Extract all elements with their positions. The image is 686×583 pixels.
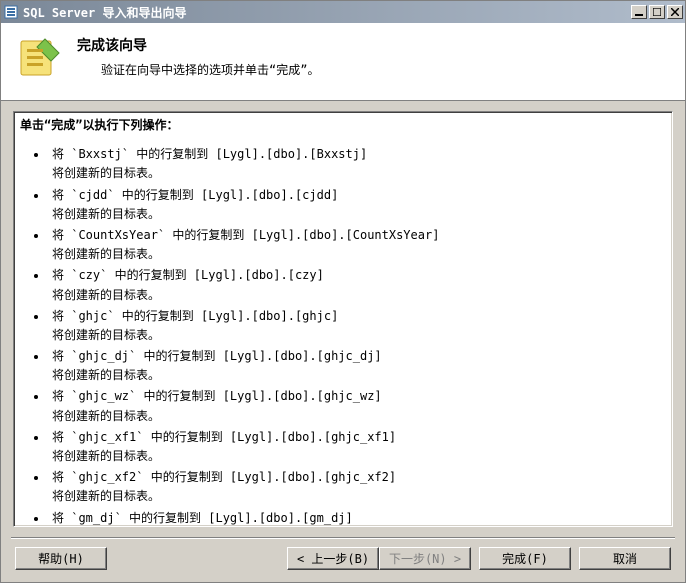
close-button[interactable]: [667, 5, 683, 19]
operation-copy-line: 将 `gm_dj` 中的行复制到 [Lygl].[dbo].[gm_dj]: [48, 511, 353, 525]
operation-create-line: 将创建新的目标表。: [48, 286, 666, 305]
list-item: 将 `ghjc_dj` 中的行复制到 [Lygl].[dbo].[ghjc_dj…: [48, 347, 666, 385]
titlebar-buttons: [631, 5, 683, 19]
list-item: 将 `Bxxstj` 中的行复制到 [Lygl].[dbo].[Bxxstj] 将…: [48, 145, 666, 183]
list-item: 将 `ghjc_xf2` 中的行复制到 [Lygl].[dbo].[ghjc_x…: [48, 468, 666, 506]
next-button: 下一步(N) >: [379, 547, 471, 570]
operation-copy-line: 将 `cjdd` 中的行复制到 [Lygl].[dbo].[cjdd]: [48, 188, 338, 202]
back-button[interactable]: < 上一步(B): [287, 547, 379, 570]
titlebar: SQL Server 导入和导出向导: [1, 1, 685, 23]
list-item: 将 `ghjc` 中的行复制到 [Lygl].[dbo].[ghjc] 将创建新的…: [48, 307, 666, 345]
footer-separator: [11, 537, 675, 539]
list-item: 将 `ghjc_wz` 中的行复制到 [Lygl].[dbo].[ghjc_wz…: [48, 387, 666, 425]
operation-copy-line: 将 `CountXsYear` 中的行复制到 [Lygl].[dbo].[Cou…: [48, 228, 439, 242]
help-button[interactable]: 帮助(H): [15, 547, 107, 570]
list-item: 将 `gm_dj` 中的行复制到 [Lygl].[dbo].[gm_dj]将创建…: [48, 509, 666, 527]
wizard-icon: [15, 33, 63, 81]
operation-create-line: 将创建新的目标表。: [48, 447, 666, 466]
operation-create-line: 将创建新的目标表。: [48, 407, 666, 426]
list-heading: 单击“完成”以执行下列操作：: [20, 116, 666, 135]
cancel-button[interactable]: 取消: [579, 547, 671, 570]
operation-copy-line: 将 `Bxxstj` 中的行复制到 [Lygl].[dbo].[Bxxstj]: [48, 147, 367, 161]
page-title: 完成该向导: [77, 35, 319, 55]
operation-create-line: 将创建新的目标表。: [48, 326, 666, 345]
content-area: 单击“完成”以执行下列操作： 将 `Bxxstj` 中的行复制到 [Lygl].…: [1, 101, 685, 537]
list-item: 将 `cjdd` 中的行复制到 [Lygl].[dbo].[cjdd] 将创建新的…: [48, 186, 666, 224]
minimize-button[interactable]: [631, 5, 647, 19]
page-subtitle: 验证在向导中选择的选项并单击“完成”。: [77, 61, 319, 78]
list-item: 将 `CountXsYear` 中的行复制到 [Lygl].[dbo].[Cou…: [48, 226, 666, 264]
button-row: 帮助(H) < 上一步(B) 下一步(N) > 完成(F) 取消: [1, 547, 685, 582]
operation-copy-line: 将 `ghjc` 中的行复制到 [Lygl].[dbo].[ghjc]: [48, 309, 338, 323]
wizard-header: 完成该向导 验证在向导中选择的选项并单击“完成”。: [1, 23, 685, 101]
operation-create-line: 将创建新的目标表。: [48, 205, 666, 224]
wizard-header-text: 完成该向导 验证在向导中选择的选项并单击“完成”。: [77, 33, 319, 78]
window-title: SQL Server 导入和导出向导: [23, 4, 631, 21]
operation-copy-line: 将 `czy` 中的行复制到 [Lygl].[dbo].[czy]: [48, 268, 324, 282]
wizard-window: SQL Server 导入和导出向导: [0, 0, 686, 583]
operation-copy-line: 将 `ghjc_xf1` 中的行复制到 [Lygl].[dbo].[ghjc_x…: [48, 430, 396, 444]
operation-copy-line: 将 `ghjc_xf2` 中的行复制到 [Lygl].[dbo].[ghjc_x…: [48, 470, 396, 484]
list-item: 将 `ghjc_xf1` 中的行复制到 [Lygl].[dbo].[ghjc_x…: [48, 428, 666, 466]
operation-create-line: 将创建新的目标表。: [48, 366, 666, 385]
finish-button[interactable]: 完成(F): [479, 547, 571, 570]
operation-copy-line: 将 `ghjc_dj` 中的行复制到 [Lygl].[dbo].[ghjc_dj…: [48, 349, 382, 363]
operation-copy-line: 将 `ghjc_wz` 中的行复制到 [Lygl].[dbo].[ghjc_wz…: [48, 389, 382, 403]
operation-create-line: 将创建新的目标表。: [48, 245, 666, 264]
list-item: 将 `czy` 中的行复制到 [Lygl].[dbo].[czy] 将创建新的目标…: [48, 266, 666, 304]
app-icon: [3, 4, 19, 20]
operation-create-line: 将创建新的目标表。: [48, 164, 666, 183]
operation-create-line: 将创建新的目标表。: [48, 487, 666, 506]
operations-list[interactable]: 单击“完成”以执行下列操作： 将 `Bxxstj` 中的行复制到 [Lygl].…: [13, 111, 673, 527]
maximize-button[interactable]: [649, 5, 665, 19]
